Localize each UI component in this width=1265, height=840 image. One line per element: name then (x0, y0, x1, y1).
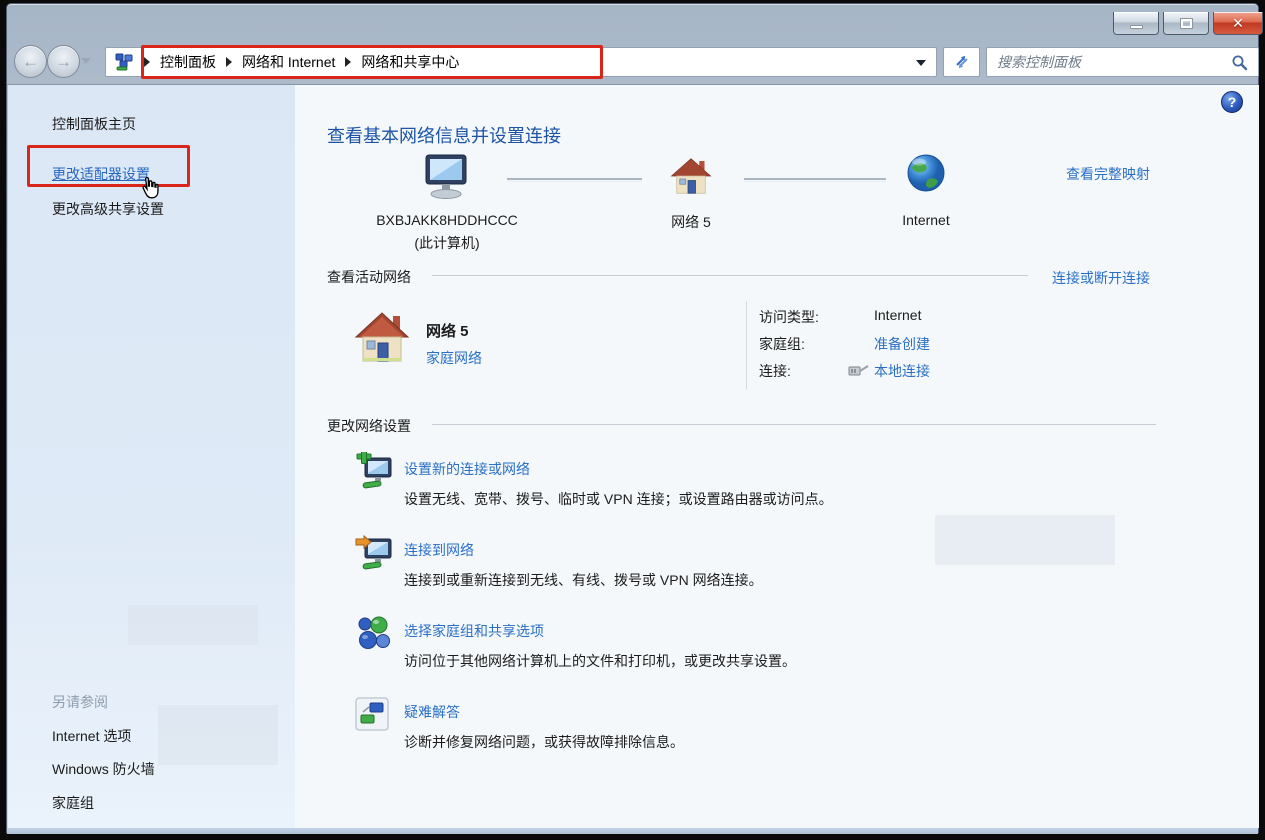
compression-artifact (158, 705, 278, 765)
address-dropdown-icon[interactable] (916, 60, 926, 66)
connect-to-network-icon[interactable] (355, 533, 393, 571)
main-pane: ? 查看基本网络信息并设置连接 BXBJAKK8HDDHCCC (此计算机) 网 (295, 85, 1257, 828)
help-button[interactable]: ? (1221, 91, 1243, 113)
title-bar: ✕ (7, 4, 1258, 37)
minimize-icon (1130, 25, 1143, 29)
sidebar-item-change-advanced-sharing[interactable]: 更改高级共享设置 (52, 199, 164, 219)
active-networks-header: 查看活动网络 (327, 267, 411, 287)
connect-disconnect-link[interactable]: 连接或断开连接 (1036, 268, 1150, 288)
sidebar-item-internet-options[interactable]: Internet 选项 (52, 726, 131, 746)
maximize-icon (1181, 19, 1192, 28)
section-divider (432, 275, 1028, 276)
help-icon: ? (1228, 94, 1237, 110)
homegroup-label: 家庭组: (759, 334, 805, 354)
troubleshoot-link[interactable]: 疑难解答 (404, 702, 460, 722)
section-divider (432, 424, 1156, 425)
access-type-label: 访问类型: (759, 307, 819, 327)
hand-cursor-icon (138, 177, 160, 201)
compression-artifact (128, 605, 258, 645)
refresh-button[interactable] (943, 47, 980, 77)
setup-new-connection-icon[interactable] (355, 452, 393, 490)
network-house-icon[interactable] (670, 155, 712, 197)
homegroup-ready-link[interactable]: 准备创建 (874, 334, 930, 354)
back-button[interactable]: ← (14, 45, 47, 78)
search-placeholder: 搜索控制面板 (997, 52, 1231, 72)
window-frame-bottom (7, 828, 1258, 834)
explorer-window: ✕ ← → 控制面板 网络和 Internet 网络和共享中心 (6, 3, 1259, 833)
setup-new-connection-desc: 设置无线、宽带、拨号、临时或 VPN 连接；或设置路由器或访问点。 (404, 489, 833, 509)
setup-new-connection-link[interactable]: 设置新的连接或网络 (404, 459, 530, 479)
network-type-link[interactable]: 家庭网络 (426, 348, 482, 368)
search-input[interactable]: 搜索控制面板 (986, 47, 1259, 77)
navigation-bar: ← → 控制面板 网络和 Internet 网络和共享中心 (7, 37, 1258, 85)
troubleshoot-icon[interactable] (355, 697, 389, 731)
change-settings-header: 更改网络设置 (327, 416, 411, 436)
annotation-box-adapter-settings (27, 145, 190, 187)
map-connection-line (507, 178, 642, 182)
active-network-house-icon (354, 310, 410, 364)
close-button[interactable]: ✕ (1213, 12, 1263, 35)
details-divider (746, 301, 747, 389)
history-dropdown-icon[interactable] (81, 58, 91, 64)
computer-icon[interactable] (422, 154, 470, 200)
connect-to-network-link[interactable]: 连接到网络 (404, 540, 474, 560)
minimize-button[interactable] (1113, 12, 1159, 35)
connections-label: 连接: (759, 361, 791, 381)
sidebar-item-control-panel-home[interactable]: 控制面板主页 (52, 114, 136, 134)
annotation-box-breadcrumb (141, 45, 603, 79)
homegroup-options-link[interactable]: 选择家庭组和共享选项 (404, 621, 544, 641)
active-network-name: 网络 5 (426, 320, 469, 341)
map-computer-sublabel: (此计算机) (357, 233, 537, 253)
client-area: 控制面板主页 更改适配器设置 更改高级共享设置 另请参阅 Internet 选项… (8, 85, 1259, 828)
sidebar-item-homegroup[interactable]: 家庭组 (52, 793, 94, 813)
forward-button[interactable]: → (47, 45, 80, 78)
map-network-name[interactable]: 网络 5 (641, 212, 741, 232)
connect-to-network-desc: 连接到或重新连接到无线、有线、拨号或 VPN 网络连接。 (404, 570, 763, 590)
compression-artifact (935, 515, 1115, 565)
ethernet-connection-icon (848, 363, 870, 377)
sidebar-item-windows-firewall[interactable]: Windows 防火墙 (52, 759, 155, 779)
homegroup-options-desc: 访问位于其他网络计算机上的文件和打印机，或更改共享设置。 (404, 651, 796, 671)
homegroup-options-icon[interactable] (355, 614, 393, 652)
network-sharing-center-icon (114, 53, 134, 71)
see-also-header: 另请参阅 (52, 692, 108, 712)
refresh-icon (953, 53, 971, 71)
back-arrow-icon: ← (22, 52, 39, 72)
local-connection-link[interactable]: 本地连接 (874, 361, 930, 381)
map-computer-name[interactable]: BXBJAKK8HDDHCCC (357, 212, 537, 228)
sidebar: 控制面板主页 更改适配器设置 更改高级共享设置 另请参阅 Internet 选项… (8, 85, 295, 828)
forward-arrow-icon: → (55, 52, 72, 72)
access-type-value: Internet (874, 307, 921, 323)
view-full-map-link[interactable]: 查看完整映射 (1040, 164, 1150, 184)
page-title: 查看基本网络信息并设置连接 (327, 122, 561, 148)
map-internet-label: Internet (876, 212, 976, 228)
maximize-button[interactable] (1163, 12, 1209, 35)
internet-globe-icon[interactable] (906, 153, 946, 193)
close-icon: ✕ (1232, 16, 1244, 30)
search-icon[interactable] (1231, 54, 1248, 71)
map-connection-line (744, 178, 886, 182)
troubleshoot-desc: 诊断并修复网络问题，或获得故障排除信息。 (404, 732, 684, 752)
